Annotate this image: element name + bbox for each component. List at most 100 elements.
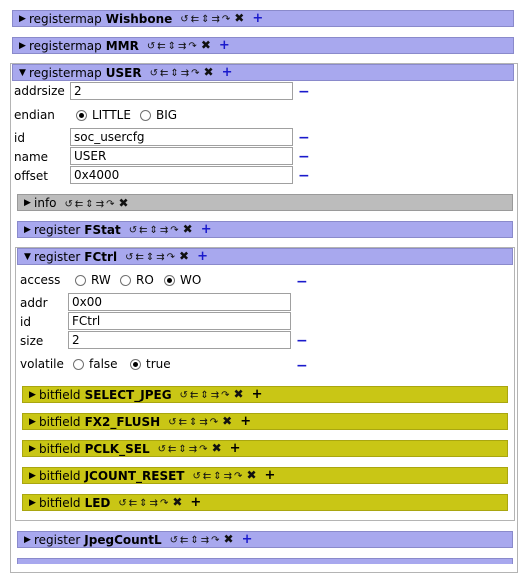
access-wo-radio[interactable]: WO — [164, 273, 201, 287]
expand-arrow-icon[interactable]: ▶ — [24, 198, 34, 208]
redo-icon[interactable]: ↷ — [160, 498, 170, 509]
arrow-left-icon[interactable]: ⇇ — [180, 535, 190, 546]
delete-icon[interactable]: ✖ — [212, 441, 222, 455]
remove-name-icon[interactable]: − — [298, 150, 310, 164]
arrow-left-icon[interactable]: ⇇ — [168, 444, 178, 455]
register-jpegcountl-header[interactable]: ▶ register JpegCountL ↺⇇⇕⇉↷ ✖ + — [17, 531, 513, 548]
add-icon[interactable]: + — [265, 468, 276, 483]
arrow-left-icon[interactable]: ⇇ — [203, 471, 213, 482]
addrsize-field[interactable] — [70, 82, 293, 100]
redo-icon[interactable]: ↷ — [199, 444, 209, 455]
expand-arrow-icon[interactable]: ▶ — [29, 471, 39, 481]
expand-arrow-icon[interactable]: ▶ — [24, 535, 34, 545]
arrow-updown-icon[interactable]: ⇕ — [85, 199, 95, 210]
arrow-right-icon[interactable]: ⇉ — [189, 444, 199, 455]
add-icon[interactable]: + — [252, 387, 263, 402]
add-icon[interactable]: + — [240, 414, 251, 429]
arrow-left-icon[interactable]: ⇇ — [179, 417, 189, 428]
bitfield-pclk-sel-header[interactable]: ▶ bitfield PCLK_SEL ↺⇇⇕⇉↷ ✖ + — [22, 440, 508, 457]
endian-big-radio[interactable]: BIG — [140, 108, 177, 122]
redo-icon[interactable]: ↷ — [167, 252, 177, 263]
arrow-updown-icon[interactable]: ⇕ — [190, 535, 200, 546]
collapse-arrow-icon[interactable]: ▼ — [24, 252, 34, 262]
arrow-left-icon[interactable]: ⇇ — [75, 199, 85, 210]
arrow-updown-icon[interactable]: ⇕ — [213, 471, 223, 482]
delete-icon[interactable]: ✖ — [246, 468, 256, 482]
arrow-right-icon[interactable]: ⇉ — [160, 225, 170, 236]
arrow-right-icon[interactable]: ⇉ — [150, 498, 160, 509]
arrow-updown-icon[interactable]: ⇕ — [170, 68, 180, 79]
add-icon[interactable]: + — [219, 38, 230, 53]
arrow-left-icon[interactable]: ⇇ — [139, 225, 149, 236]
delete-icon[interactable]: ✖ — [201, 38, 211, 52]
refresh-icon[interactable]: ↺ — [180, 14, 190, 25]
register-header-partial[interactable] — [17, 558, 513, 564]
registermap-wishbone-header[interactable]: ▶ registermap Wishbone ↺⇇⇕⇉↷ ✖ + — [12, 10, 514, 27]
refresh-icon[interactable]: ↺ — [125, 252, 135, 263]
bitfield-jcount-reset-header[interactable]: ▶ bitfield JCOUNT_RESET ↺⇇⇕⇉↷ ✖ + — [22, 467, 508, 484]
arrow-updown-icon[interactable]: ⇕ — [201, 14, 211, 25]
access-ro-radio[interactable]: RO — [120, 273, 154, 287]
arrow-right-icon[interactable]: ⇉ — [211, 390, 221, 401]
refresh-icon[interactable]: ↺ — [170, 535, 180, 546]
redo-icon[interactable]: ↷ — [221, 390, 231, 401]
redo-icon[interactable]: ↷ — [170, 225, 180, 236]
refresh-icon[interactable]: ↺ — [65, 199, 75, 210]
delete-icon[interactable]: ✖ — [183, 222, 193, 236]
register-fstat-header[interactable]: ▶ register FStat ↺⇇⇕⇉↷ ✖ + — [17, 221, 513, 238]
redo-icon[interactable]: ↷ — [106, 199, 116, 210]
bitfield-led-header[interactable]: ▶ bitfield LED ↺⇇⇕⇉↷ ✖ + — [22, 494, 508, 511]
arrow-right-icon[interactable]: ⇉ — [201, 535, 211, 546]
redo-icon[interactable]: ↷ — [211, 535, 221, 546]
expand-arrow-icon[interactable]: ▶ — [29, 417, 39, 427]
expand-arrow-icon[interactable]: ▶ — [29, 498, 39, 508]
refresh-icon[interactable]: ↺ — [150, 68, 160, 79]
refresh-icon[interactable]: ↺ — [192, 471, 202, 482]
remove-id-icon[interactable]: − — [298, 131, 310, 145]
access-rw-radio[interactable]: RW — [75, 273, 111, 287]
addr-field[interactable] — [68, 293, 291, 311]
registermap-user-header[interactable]: ▼ registermap USER ↺⇇⇕⇉↷ ✖ + — [12, 64, 514, 81]
name-field[interactable] — [70, 147, 293, 165]
refresh-icon[interactable]: ↺ — [168, 417, 178, 428]
arrow-updown-icon[interactable]: ⇕ — [139, 498, 149, 509]
refresh-icon[interactable]: ↺ — [180, 390, 190, 401]
bitfield-select-jpeg-header[interactable]: ▶ bitfield SELECT_JPEG ↺⇇⇕⇉↷ ✖ + — [22, 386, 508, 403]
expand-arrow-icon[interactable]: ▶ — [24, 225, 34, 235]
arrow-left-icon[interactable]: ⇇ — [129, 498, 139, 509]
arrow-left-icon[interactable]: ⇇ — [191, 14, 201, 25]
arrow-updown-icon[interactable]: ⇕ — [200, 390, 210, 401]
redo-icon[interactable]: ↷ — [188, 41, 198, 52]
redo-icon[interactable]: ↷ — [234, 471, 244, 482]
arrow-updown-icon[interactable]: ⇕ — [178, 444, 188, 455]
delete-icon[interactable]: ✖ — [222, 414, 232, 428]
add-icon[interactable]: + — [242, 532, 253, 547]
delete-icon[interactable]: ✖ — [204, 65, 214, 79]
expand-arrow-icon[interactable]: ▶ — [19, 14, 29, 24]
arrow-updown-icon[interactable]: ⇕ — [168, 41, 178, 52]
arrow-left-icon[interactable]: ⇇ — [157, 41, 167, 52]
add-icon[interactable]: + — [252, 11, 263, 26]
volatile-true-radio[interactable]: true — [130, 357, 171, 371]
remove-access-icon[interactable]: − — [296, 275, 308, 289]
registermap-mmr-header[interactable]: ▶ registermap MMR ↺⇇⇕⇉↷ ✖ + — [12, 37, 514, 54]
arrow-right-icon[interactable]: ⇉ — [181, 68, 191, 79]
expand-arrow-icon[interactable]: ▶ — [19, 41, 29, 51]
arrow-right-icon[interactable]: ⇉ — [224, 471, 234, 482]
refresh-icon[interactable]: ↺ — [158, 444, 168, 455]
remove-volatile-icon[interactable]: − — [296, 359, 308, 373]
arrow-updown-icon[interactable]: ⇕ — [146, 252, 156, 263]
remove-addrsize-icon[interactable]: − — [298, 85, 310, 99]
delete-icon[interactable]: ✖ — [172, 495, 182, 509]
remove-offset-icon[interactable]: − — [298, 169, 310, 183]
add-icon[interactable]: + — [201, 222, 212, 237]
add-icon[interactable]: + — [197, 249, 208, 264]
endian-little-radio[interactable]: LITTLE — [76, 108, 131, 122]
info-header[interactable]: ▶ info ↺⇇⇕⇉↷ ✖ — [17, 194, 513, 211]
add-icon[interactable]: + — [190, 495, 201, 510]
delete-icon[interactable]: ✖ — [179, 249, 189, 263]
arrow-right-icon[interactable]: ⇉ — [178, 41, 188, 52]
refresh-icon[interactable]: ↺ — [129, 225, 139, 236]
arrow-updown-icon[interactable]: ⇕ — [149, 225, 159, 236]
id-field[interactable] — [70, 128, 293, 146]
